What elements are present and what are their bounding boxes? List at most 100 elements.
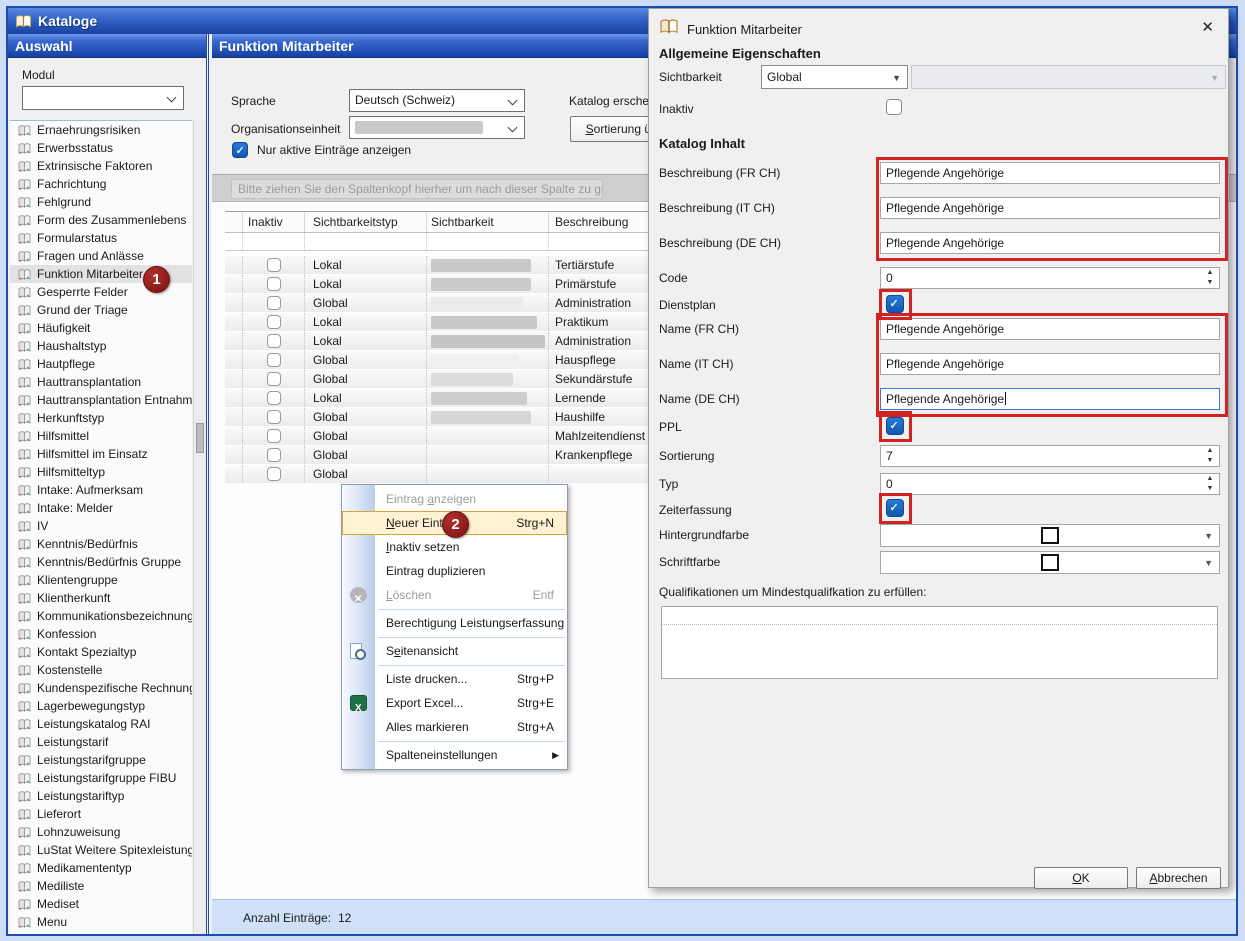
menu-item[interactable]: Seitenansicht (342, 639, 567, 663)
beschreibung-de-input[interactable]: Pflegende Angehörige (880, 232, 1220, 254)
qualifikationen-listbox[interactable] (661, 606, 1218, 679)
sortierung-spinner[interactable]: 7 ▲▼ (880, 445, 1220, 467)
ppl-label: PPL (659, 420, 682, 434)
sidebar-item[interactable]: Lieferort (10, 805, 192, 823)
name-fr-input[interactable]: Pflegende Angehörige (880, 318, 1220, 340)
menu-item[interactable]: Eintrag anzeigen (342, 487, 567, 511)
sidebar-item[interactable]: Klientherkunft (10, 589, 192, 607)
cancel-button[interactable]: Abbrechen (1136, 867, 1221, 889)
sidebar-item[interactable]: Fachrichtung (10, 175, 192, 193)
sidebar-item[interactable]: Konfession (10, 625, 192, 643)
zeiterfassung-checkbox[interactable] (886, 499, 904, 517)
close-icon[interactable]: ✕ (1201, 18, 1214, 36)
organisationseinheit-combobox[interactable] (349, 116, 525, 139)
spinner-arrows-icon[interactable]: ▲▼ (1204, 447, 1216, 465)
sidebar-item[interactable]: Mediliste (10, 877, 192, 895)
sidebar-item[interactable]: Intake: Melder (10, 499, 192, 517)
modul-combobox[interactable] (22, 86, 184, 110)
column-header-sichtbarkeit[interactable]: Sichtbarkeit (427, 212, 549, 232)
sprache-combobox[interactable]: Deutsch (Schweiz) (349, 89, 525, 112)
inaktiv-checkbox[interactable] (267, 429, 281, 443)
sidebar-item[interactable]: Lagerbewegungstyp (10, 697, 192, 715)
code-spinner[interactable]: 0 ▲▼ (880, 267, 1220, 289)
sidebar-item[interactable]: Form des Zusammenlebens (10, 211, 192, 229)
sidebar-item[interactable]: Leistungstarifgruppe FIBU (10, 769, 192, 787)
name-de-input[interactable]: Pflegende Angehörige (880, 388, 1220, 410)
sidebar-item[interactable]: Hauttransplantation (10, 373, 192, 391)
sidebar-item[interactable]: Klientengruppe (10, 571, 192, 589)
sidebar-item[interactable]: Haushaltstyp (10, 337, 192, 355)
sidebar-item[interactable]: Leistungskatalog RAI (10, 715, 192, 733)
sidebar-item[interactable]: Hilfsmitteltyp (10, 463, 192, 481)
menu-item[interactable]: Export Excel... Strg+E (342, 691, 567, 715)
beschreibung-it-input[interactable]: Pflegende Angehörige (880, 197, 1220, 219)
sidebar-item[interactable]: IV (10, 517, 192, 535)
sidebar-item[interactable]: Formularstatus (10, 229, 192, 247)
menu-item[interactable]: Löschen Entf (342, 583, 567, 607)
inaktiv-checkbox[interactable] (267, 448, 281, 462)
sidebar-item[interactable]: Leistungstarif (10, 733, 192, 751)
sidebar-item-label: Ernaehrungsrisiken (37, 123, 140, 137)
sidebar-item[interactable]: Kenntnis/Bedürfnis Gruppe (10, 553, 192, 571)
inaktiv-checkbox[interactable] (267, 315, 281, 329)
sidebar-item[interactable]: Fehlgrund (10, 193, 192, 211)
context-menu: Eintrag anzeigen Neuer Eintrag Strg+N In… (341, 484, 568, 770)
sidebar-item[interactable]: Menu (10, 913, 192, 931)
sidebar-item[interactable]: Leistungstarifgruppe (10, 751, 192, 769)
sidebar-item[interactable]: Mediset (10, 895, 192, 913)
name-it-input[interactable]: Pflegende Angehörige (880, 353, 1220, 375)
sidebar-item[interactable]: Erwerbsstatus (10, 139, 192, 157)
sidebar-item[interactable]: Kundenspezifische Rechnung... (10, 679, 192, 697)
menu-item[interactable]: Berechtigung Leistungserfassung (342, 611, 567, 635)
inaktiv-checkbox[interactable] (267, 353, 281, 367)
sidebar-item[interactable]: Häufigkeit (10, 319, 192, 337)
spinner-arrows-icon[interactable]: ▲▼ (1204, 475, 1216, 493)
typ-spinner[interactable]: 0 ▲▼ (880, 473, 1220, 495)
sichtbarkeit-combobox[interactable]: Global▼ (761, 65, 908, 89)
column-header-sichtbarkeitstyp[interactable]: Sichtbarkeitstyp (305, 212, 427, 232)
inaktiv-checkbox[interactable] (267, 258, 281, 272)
sidebar-item[interactable]: Herkunftstyp (10, 409, 192, 427)
menu-item[interactable]: Alles markieren Strg+A (342, 715, 567, 739)
sidebar-scrollbar[interactable] (193, 120, 206, 934)
ok-button[interactable]: OK (1034, 867, 1128, 889)
sidebar-item[interactable]: Kostenstelle (10, 661, 192, 679)
sidebar-item[interactable]: Kontakt Spezialtyp (10, 643, 192, 661)
dienstplan-checkbox[interactable] (886, 295, 904, 313)
sidebar-item[interactable]: Lohnzuweisung (10, 823, 192, 841)
sidebar-item[interactable]: Leistungstariftyp (10, 787, 192, 805)
inaktiv-checkbox[interactable] (267, 296, 281, 310)
inaktiv-checkbox[interactable] (267, 467, 281, 481)
inaktiv-checkbox[interactable] (267, 372, 281, 386)
hintergrundfarbe-color-combobox[interactable]: ▼ (880, 524, 1220, 547)
menu-item[interactable]: Spalteneinstellungen ▶ (342, 743, 567, 767)
sidebar-item[interactable]: Fragen und Anlässe (10, 247, 192, 265)
scrollbar-thumb[interactable] (196, 423, 204, 453)
sidebar-item[interactable]: Hauttransplantation Entnahme... (10, 391, 192, 409)
beschreibung-fr-input[interactable]: Pflegende Angehörige (880, 162, 1220, 184)
sidebar-item[interactable]: Hautpflege (10, 355, 192, 373)
spinner-arrows-icon[interactable]: ▲▼ (1204, 269, 1216, 287)
sidebar-item[interactable]: Kenntnis/Bedürfnis (10, 535, 192, 553)
sidebar-item[interactable]: Grund der Triage (10, 301, 192, 319)
sidebar-item[interactable]: Hilfsmittel (10, 427, 192, 445)
menu-item[interactable]: Eintrag duplizieren (342, 559, 567, 583)
column-header-inaktiv[interactable]: Inaktiv (243, 212, 305, 232)
sidebar-item[interactable]: LuStat Weitere Spitexleistungen (10, 841, 192, 859)
menu-item[interactable]: Liste drucken... Strg+P (342, 667, 567, 691)
inaktiv-checkbox[interactable] (267, 391, 281, 405)
sidebar-item[interactable]: Kommunikationsbezeichnung (10, 607, 192, 625)
sidebar-item[interactable]: Medikamententyp (10, 859, 192, 877)
inaktiv-checkbox[interactable] (267, 277, 281, 291)
ppl-checkbox[interactable] (886, 417, 904, 435)
inaktiv-checkbox[interactable] (886, 99, 902, 115)
sidebar-item[interactable]: Intake: Aufmerksam (10, 481, 192, 499)
inaktiv-checkbox[interactable] (267, 410, 281, 424)
inaktiv-checkbox[interactable] (267, 334, 281, 348)
sidebar-item[interactable]: Extrinsische Faktoren (10, 157, 192, 175)
sidebar-item[interactable]: Hilfsmittel im Einsatz (10, 445, 192, 463)
sidebar-item[interactable]: Ernaehrungsrisiken (10, 121, 192, 139)
active-only-checkbox[interactable] (232, 142, 248, 158)
schriftfarbe-color-combobox[interactable]: ▼ (880, 551, 1220, 574)
menu-item[interactable]: Inaktiv setzen (342, 535, 567, 559)
